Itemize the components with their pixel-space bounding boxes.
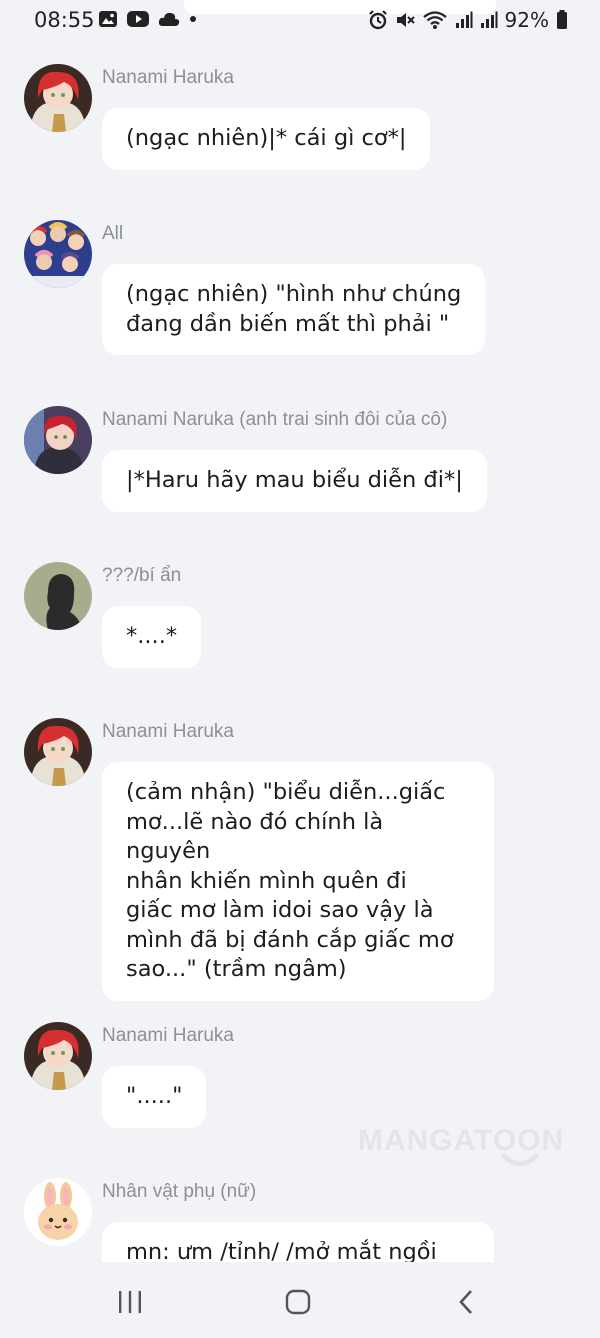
avatar-bunny[interactable]	[24, 1178, 92, 1246]
sender-name: Nhân vật phụ (nữ)	[102, 1181, 257, 1202]
sender-name: Nanami Haruka	[102, 721, 234, 742]
recent-apps-icon	[119, 1291, 141, 1313]
home-button[interactable]	[278, 1282, 318, 1322]
avatar-group[interactable]	[24, 220, 92, 288]
sender-name: Nanami Naruka (anh trai sinh đôi của cô)	[102, 409, 448, 430]
recent-apps-button[interactable]	[110, 1282, 150, 1322]
wifi-icon	[422, 11, 447, 29]
avatar-red-hair-girl[interactable]	[24, 718, 92, 786]
message-bubble[interactable]: (cảm nhận) "biểu diễn...giấc mơ...lẽ nào…	[102, 762, 494, 1001]
message-bubble[interactable]: (ngạc nhiên) "hình như chúng đang dần bi…	[102, 264, 486, 355]
youtube-icon	[127, 11, 149, 27]
status-notification-icons	[98, 10, 198, 28]
avatar-red-hair-girl[interactable]	[24, 1022, 92, 1090]
message-bubble[interactable]: |*Haru hãy mau biểu diễn đi*|	[102, 450, 487, 512]
sender-name: Nanami Haruka	[102, 67, 234, 88]
status-system-icons: 92%	[368, 8, 568, 32]
status-bar: 08:55 92%	[0, 0, 600, 40]
signal-icon	[480, 11, 498, 28]
alarm-icon	[368, 10, 387, 30]
watermark-smile-icon	[501, 1154, 539, 1167]
message-bubble[interactable]: "....."	[102, 1066, 207, 1128]
status-time: 08:55	[34, 8, 95, 32]
message-bubble[interactable]: *....*	[102, 606, 202, 668]
sender-name: ???/bí ẩn	[102, 565, 182, 586]
chat-screen: 08:55 92% Nanami Haruka (ngạc nhiên)|* c…	[0, 0, 600, 1338]
cloud-icon	[158, 12, 180, 26]
avatar-red-hair-girl[interactable]	[24, 64, 92, 132]
system-nav-bar	[0, 1262, 600, 1338]
home-icon	[285, 1289, 311, 1315]
sender-name: Nanami Haruka	[102, 1025, 234, 1046]
signal-icon	[455, 11, 473, 28]
battery-percent: 92%	[504, 8, 549, 32]
back-button[interactable]	[446, 1282, 486, 1322]
watermark-logo: MANGATOON	[358, 1124, 565, 1157]
gallery-icon	[99, 11, 117, 27]
back-icon	[459, 1290, 472, 1314]
message-bubble[interactable]: (ngạc nhiên)|* cái gì cơ*|	[102, 108, 431, 170]
avatar-silhouette[interactable]	[24, 562, 92, 630]
dot-icon	[190, 16, 196, 22]
mute-icon	[396, 13, 415, 27]
sender-name: All	[102, 223, 124, 244]
avatar-red-hair-boy[interactable]	[24, 406, 92, 474]
battery-icon	[557, 10, 567, 29]
